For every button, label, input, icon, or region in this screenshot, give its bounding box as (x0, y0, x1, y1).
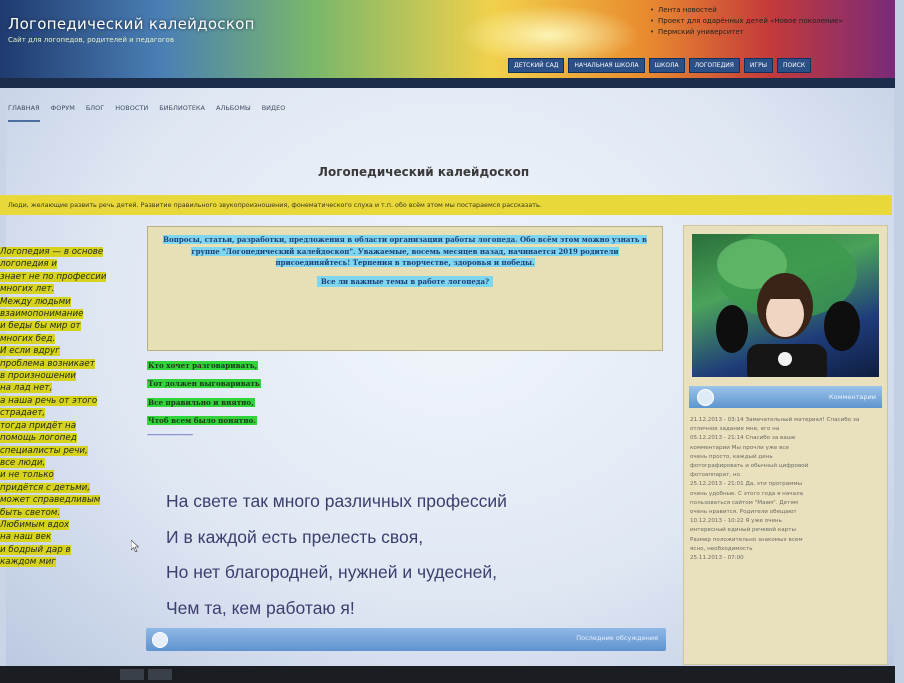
page-title: Логопедический калейдоскоп (318, 165, 530, 179)
left-line: Любимым вдох (0, 519, 70, 530)
comment-line: очень нравится. Родители обещают (690, 509, 797, 516)
comment-line: фотографировать и обычный цифровой (690, 463, 809, 470)
left-line: знает не по профессии (0, 271, 107, 282)
menu-item-home[interactable]: ГЛАВНАЯ (8, 104, 40, 122)
left-line: И если вдруг (0, 346, 60, 357)
comment-line: интересный единый речевой карты (690, 527, 796, 534)
poem-line: Чем та, кем работаю я! (166, 597, 355, 618)
left-line: логопедия и (0, 259, 58, 270)
top-nav-item[interactable]: ИГРЫ (743, 58, 773, 73)
notice-question: Все ли важные темы в работе логопеда? (316, 275, 494, 287)
header-news-list: Лента новостей Проект для одарённых дете… (650, 6, 880, 39)
left-line: каждом миг (0, 557, 56, 568)
intro-strip: Люди, желающие развить речь детей. Разви… (0, 195, 892, 215)
comment-line[interactable]: 25.11.2013 - 07:00 (690, 554, 882, 563)
left-line: Между людьми (0, 296, 71, 307)
author-photo-illustration (716, 234, 860, 377)
comment-line: очень удобные. С этого года я начала (690, 490, 803, 497)
os-taskbar (0, 666, 895, 683)
menu-item-albums[interactable]: АЛЬБОМЫ (216, 104, 251, 122)
main-menu: ГЛАВНАЯ ФОРУМ БЛОГ НОВОСТИ БИБЛИОТЕКА АЛ… (0, 104, 903, 122)
left-line: многих лет. (0, 284, 55, 295)
left-line: многих бед. (0, 333, 56, 344)
left-line: в произношении (0, 371, 76, 382)
header-news-item[interactable]: Проект для одарённых детей «Новое поколе… (650, 17, 880, 25)
intro-strip-text: Люди, желающие развить речь детей. Разви… (8, 201, 542, 209)
green-verse: Кто хочет разговаривать, Тот должен выго… (147, 361, 261, 439)
poem-line: На свете так много различных профессий (166, 491, 507, 511)
globe-icon (697, 389, 714, 406)
left-line: специалисты речи, (0, 445, 88, 456)
left-line: взаимопонимание (0, 309, 84, 320)
bubble-icon (152, 632, 168, 648)
left-line: на наш век (0, 532, 52, 543)
left-line: и не только (0, 470, 54, 481)
menu-item-blog[interactable]: БЛОГ (86, 104, 104, 122)
left-line: придётся с детьми, (0, 482, 91, 493)
top-nav: ДЕТСКИЙ САД НАЧАЛЬНАЯ ШКОЛА ШКОЛА ЛОГОПЕ… (508, 58, 812, 73)
comments-widget-header[interactable]: Комментарии (689, 386, 882, 408)
green-line: Кто хочет разговаривать, (147, 361, 259, 370)
right-sidebar: Комментарии 21.12.2013 - 03:14 Замечател… (683, 225, 888, 665)
taskbar-button[interactable] (120, 669, 144, 680)
comment-line: очень просто, каждый день (690, 453, 773, 460)
left-line: быть светом. (0, 507, 61, 518)
header-news-item[interactable]: Пермский университет (650, 28, 880, 36)
top-nav-item[interactable]: НАЧАЛЬНАЯ ШКОЛА (568, 58, 645, 73)
discussions-label: Последние обсуждения (576, 634, 658, 642)
top-nav-item[interactable]: ШКОЛА (648, 58, 685, 73)
dash-divider: ------------------------ (147, 430, 193, 440)
discussions-bar[interactable]: Последние обсуждения (146, 628, 666, 651)
left-line: тогда придёт на (0, 420, 77, 431)
comment-line[interactable]: 25.12.2013 - 21:01 Да, эти программы (690, 480, 882, 489)
left-poem-column: Логопедия — в основе логопедия и знает н… (0, 246, 130, 569)
comment-line[interactable]: 05.12.2013 - 21:14 Спасибо за ваше (690, 434, 882, 443)
top-nav-item[interactable]: ДЕТСКИЙ САД (508, 58, 565, 73)
menu-item-forum[interactable]: ФОРУМ (51, 104, 75, 122)
left-line: может справедливым (0, 495, 101, 506)
green-line: Тот должен выговаривать (147, 379, 261, 389)
comments-list: 21.12.2013 - 03:14 Замечательный материа… (690, 416, 882, 563)
left-line: помощь логопед (0, 433, 77, 444)
comment-line: пользоваться сайтом "Маам". Детям (690, 499, 798, 506)
banner-glow (460, 5, 640, 65)
header-news-item[interactable]: Лента новостей (650, 6, 880, 14)
menu-item-library[interactable]: БИБЛИОТЕКА (159, 104, 205, 122)
poem-line: Но нет благородней, нужней и чудесней, (166, 562, 498, 582)
left-line: все люди, (0, 457, 46, 468)
comment-line[interactable]: 10.12.2013 - 10:22 Я уже очень (690, 517, 882, 526)
notice-box: Вопросы, статьи, разработки, предложения… (147, 226, 663, 351)
comment-line: фотоаппарат, но (690, 472, 740, 479)
comment-line: ясно, необходимость (690, 545, 753, 552)
notice-text: Вопросы, статьи, разработки, предложения… (163, 235, 647, 267)
left-line: а наша речь от этого (0, 395, 98, 406)
site-title[interactable]: Логопедический калейдоскоп (8, 15, 255, 33)
green-line: Чтоб всем было понятно. (147, 415, 257, 425)
mouse-cursor-icon (131, 540, 139, 552)
left-line: и беды бы мир от (0, 321, 81, 332)
comment-line: комментарии Мы прочли уже все (690, 444, 789, 451)
left-line: страдает, (0, 408, 46, 419)
site-banner: Логопедический калейдоскоп Сайт для лого… (0, 0, 895, 78)
top-nav-item[interactable]: ЛОГОПЕДИЯ (688, 58, 740, 73)
comment-line: Размер положительно знакомых всем (690, 536, 803, 543)
header-divider (0, 78, 895, 88)
left-line: на лад нет, (0, 383, 53, 394)
menu-item-video[interactable]: ВИДЕО (262, 104, 286, 122)
comments-widget-title: Комментарии (829, 393, 876, 401)
green-line: Все правильно и внятно, (147, 397, 255, 407)
author-photo (692, 234, 879, 377)
poem-line: И в каждой есть прелесть своя, (166, 526, 424, 547)
main-poem: На свете так много различных профессий И… (166, 484, 507, 626)
menu-item-news[interactable]: НОВОСТИ (115, 104, 148, 122)
left-line: и бодрый дар в (0, 544, 71, 555)
left-line: Логопедия — в основе (0, 247, 104, 257)
taskbar-button[interactable] (148, 669, 172, 680)
left-line: проблема возникает (0, 358, 95, 369)
site-subtitle: Сайт для логопедов, родителей и педагого… (8, 36, 174, 44)
comment-line[interactable]: 21.12.2013 - 03:14 Замечательный материа… (690, 416, 882, 434)
top-nav-item[interactable]: ПОИСК (776, 58, 812, 73)
